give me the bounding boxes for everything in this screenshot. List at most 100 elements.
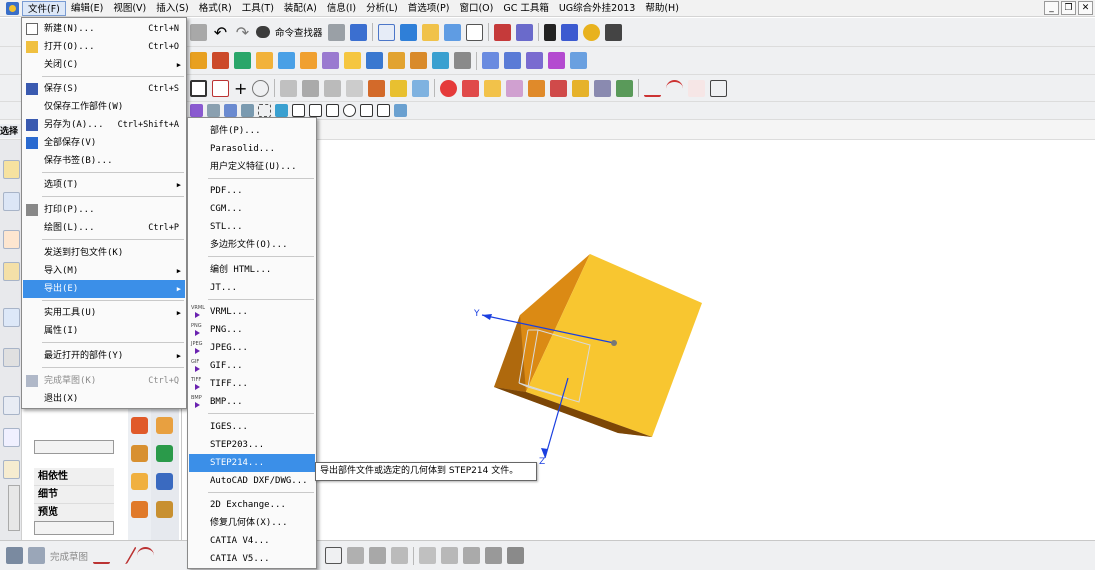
- reuse-library-icon[interactable]: [3, 262, 20, 281]
- endpoint-icon[interactable]: [224, 104, 237, 117]
- offset-tool-icon[interactable]: [419, 547, 436, 564]
- export-udf[interactable]: 用户定义特征(U)...: [189, 158, 315, 176]
- book-icon[interactable]: [543, 23, 556, 41]
- export-parasolid[interactable]: Parasolid...: [189, 140, 315, 158]
- ruler-icon[interactable]: [156, 501, 173, 518]
- plus-icon[interactable]: +: [234, 79, 247, 98]
- select-filter-icon[interactable]: [349, 23, 367, 41]
- left-vscroll[interactable]: [8, 485, 20, 531]
- fold-icon[interactable]: [388, 52, 405, 69]
- satellite-icon[interactable]: [604, 23, 622, 41]
- polygon-icon[interactable]: [710, 79, 728, 97]
- mesh-icon[interactable]: [504, 52, 521, 69]
- restore-button[interactable]: ❐: [1061, 1, 1076, 15]
- arc-curve-icon[interactable]: [666, 79, 684, 97]
- minimize-button[interactable]: _: [1044, 1, 1059, 15]
- command-finder-label[interactable]: 命令查找器: [275, 25, 323, 39]
- profile-tool-icon[interactable]: [93, 547, 111, 564]
- spline-icon[interactable]: [688, 79, 706, 97]
- block-icon[interactable]: [256, 52, 273, 69]
- export-vrml[interactable]: VRML VRML...: [189, 303, 315, 321]
- shell-icon[interactable]: [344, 52, 361, 69]
- cube-feature-icon[interactable]: [366, 52, 383, 69]
- section-hscroll[interactable]: [34, 521, 114, 535]
- paste-icon[interactable]: [190, 23, 207, 41]
- zebra-icon[interactable]: [616, 79, 634, 97]
- extrude-icon[interactable]: [190, 52, 207, 69]
- sphere-icon[interactable]: [594, 79, 612, 97]
- clock-icon[interactable]: [3, 396, 20, 415]
- line-snap-icon[interactable]: [309, 104, 322, 117]
- filter-icon[interactable]: [207, 104, 220, 117]
- mirror-tool-icon[interactable]: [441, 547, 458, 564]
- mirror-icon[interactable]: [324, 79, 342, 97]
- menu-edit[interactable]: 编辑(E): [66, 1, 108, 16]
- rib-icon[interactable]: [322, 52, 339, 69]
- menu-tools[interactable]: 工具(T): [237, 1, 279, 16]
- menu-item-print[interactable]: 打印(P)...: [23, 201, 185, 219]
- move-icon[interactable]: [528, 79, 546, 97]
- export-iges[interactable]: IGES...: [189, 418, 315, 436]
- solid-select-icon[interactable]: [275, 104, 288, 117]
- pen-icon[interactable]: [493, 23, 511, 41]
- menu-item-import[interactable]: 导入(M) ▶: [23, 262, 185, 280]
- offset-icon[interactable]: [346, 79, 364, 97]
- export-html[interactable]: 编创 HTML...: [189, 261, 315, 279]
- export-stl[interactable]: STL...: [189, 218, 315, 236]
- export-jpeg[interactable]: JPEG JPEG...: [189, 339, 315, 357]
- folder-icon[interactable]: [421, 23, 439, 41]
- menu-view[interactable]: 视图(V): [108, 1, 151, 16]
- process-studio-icon[interactable]: [3, 460, 20, 479]
- coin-icon[interactable]: [582, 23, 600, 41]
- menu-ug-plugin[interactable]: UG综合外挂2013: [554, 1, 641, 16]
- export-step203[interactable]: STEP203...: [189, 436, 315, 454]
- export-part[interactable]: 部件(P)...: [189, 122, 315, 140]
- view-orient-icon[interactable]: [368, 79, 386, 97]
- menu-item-save[interactable]: 保存(S) Ctrl+S: [23, 80, 185, 98]
- menu-item-save-as[interactable]: 另存为(A)... Ctrl+Shift+A: [23, 116, 185, 134]
- export-catia-v4[interactable]: CATIA V4...: [189, 532, 315, 550]
- command-finder-icon[interactable]: [256, 26, 270, 38]
- gear-tool-icon[interactable]: [327, 23, 345, 41]
- profile-icon[interactable]: [212, 79, 229, 97]
- point-snap-icon[interactable]: [292, 104, 305, 117]
- export-png[interactable]: PNG PNG...: [189, 321, 315, 339]
- dimension-tool-icon[interactable]: [485, 547, 502, 564]
- trim-tool-icon[interactable]: [347, 547, 364, 564]
- menu-item-close[interactable]: 关闭(C) ▶: [23, 56, 185, 74]
- eraser-icon[interactable]: [515, 23, 533, 41]
- menu-help[interactable]: 帮助(H): [640, 1, 684, 16]
- arc-icon[interactable]: [252, 79, 270, 97]
- pattern-tool-icon[interactable]: [463, 547, 480, 564]
- flow-icon[interactable]: [156, 445, 173, 462]
- undo-icon[interactable]: ↶: [212, 24, 229, 41]
- export-catia-v5[interactable]: CATIA V5...: [189, 550, 315, 568]
- line-icon[interactable]: [644, 80, 662, 97]
- trim-icon[interactable]: [454, 52, 471, 69]
- menu-file[interactable]: 文件(F): [22, 0, 66, 16]
- cube-shaded-icon[interactable]: [399, 23, 417, 41]
- measure-icon[interactable]: [280, 79, 298, 97]
- book-view-icon[interactable]: [572, 79, 590, 97]
- export-polygon[interactable]: 多边形文件(O)...: [189, 236, 315, 254]
- menu-item-save-work-part[interactable]: 仅保存工作部件(W): [23, 98, 185, 116]
- color-box-icon[interactable]: [465, 23, 483, 41]
- constraint-navigator-icon[interactable]: [3, 230, 20, 249]
- rectangle-icon[interactable]: [190, 79, 207, 97]
- redo-icon[interactable]: ↷: [234, 24, 251, 41]
- patch-icon[interactable]: [570, 52, 587, 69]
- export-cgm[interactable]: CGM...: [189, 200, 315, 218]
- extend-tool-icon[interactable]: [369, 547, 386, 564]
- copy-icon[interactable]: [484, 79, 502, 97]
- tangent-snap-icon[interactable]: [326, 104, 339, 117]
- menu-format[interactable]: 格式(R): [194, 1, 237, 16]
- pencil-icon[interactable]: [560, 23, 578, 41]
- sketch-icon[interactable]: [212, 52, 229, 69]
- quadrant-snap-icon[interactable]: [360, 104, 373, 117]
- box-select-icon[interactable]: [258, 104, 271, 117]
- web-browser-icon[interactable]: [3, 308, 20, 327]
- system-materials-icon[interactable]: [3, 428, 20, 447]
- chamfer-icon[interactable]: [432, 52, 449, 69]
- navigator-hscroll[interactable]: [34, 440, 114, 454]
- constraint-icon[interactable]: [302, 79, 320, 97]
